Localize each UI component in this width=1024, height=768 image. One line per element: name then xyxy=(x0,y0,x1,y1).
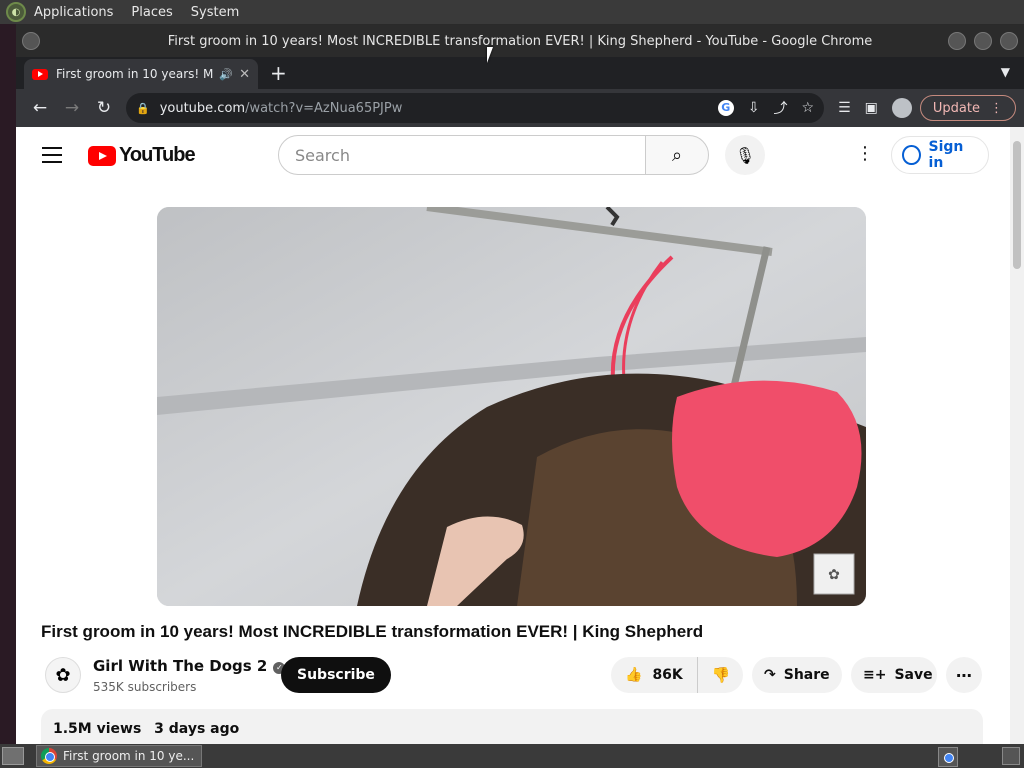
share-label: Share xyxy=(783,667,830,683)
browser-toolbar: ← → ↻ 🔒 youtube.com/watch?v=AzNua65PJPw … xyxy=(16,89,1024,127)
page-content: YouTube Search ⌕ 🎙 ⋮ Sign in ✿ First gro… xyxy=(16,127,1024,744)
description-box[interactable]: 1.5M views 3 days ago xyxy=(41,709,983,744)
youtube-favicon-icon xyxy=(32,68,48,80)
window-title: First groom in 10 years! Most INCREDIBLE… xyxy=(167,33,873,49)
taskbar: First groom in 10 ye... xyxy=(0,744,1024,768)
share-page-icon[interactable]: ⤴ xyxy=(774,98,788,118)
more-horizontal-icon: ⋯ xyxy=(956,665,972,685)
url-host: youtube.com xyxy=(159,100,246,116)
upload-age: 3 days ago xyxy=(154,721,240,737)
maximize-icon[interactable] xyxy=(974,32,992,50)
side-panel-icon[interactable]: ▣ xyxy=(865,100,878,116)
search-icon: ⌕ xyxy=(671,144,683,166)
bookmark-star-icon[interactable]: ☆ xyxy=(802,100,815,116)
youtube-wordmark: YouTube xyxy=(119,144,196,166)
sign-in-button[interactable]: Sign in xyxy=(891,136,989,174)
like-button[interactable]: 👍 86K xyxy=(611,657,698,693)
update-button[interactable]: Update ⋮ xyxy=(919,95,1016,121)
subscriber-count: 535K subscribers xyxy=(93,680,197,694)
tab-title: First groom in 10 years! Mo xyxy=(56,67,214,81)
browser-window: First groom in 10 years! Most INCREDIBLE… xyxy=(16,25,1024,744)
sign-in-label: Sign in xyxy=(928,139,964,171)
chrome-icon xyxy=(41,748,57,764)
voice-search-button[interactable]: 🎙 xyxy=(725,135,765,175)
speaker-icon[interactable]: 🔊 xyxy=(219,68,233,81)
new-tab-icon[interactable]: + xyxy=(270,61,287,85)
top-panel: ◐ Applications Places System xyxy=(0,0,1024,24)
tab-close-icon[interactable]: ✕ xyxy=(239,67,250,82)
workspace-switcher[interactable] xyxy=(1002,747,1020,765)
lock-icon[interactable]: 🔒 xyxy=(136,102,150,115)
tray-chrome-launcher[interactable] xyxy=(938,747,958,767)
url-path: /watch?v=AzNua65PJPw xyxy=(245,100,403,116)
youtube-masthead: YouTube Search ⌕ 🎙 ⋮ Sign in xyxy=(16,127,1010,183)
channel-name-wrap[interactable]: Girl With The Dogs 2 ✓ xyxy=(93,657,286,675)
menu-applications[interactable]: Applications xyxy=(34,5,113,20)
channel-name[interactable]: Girl With The Dogs 2 xyxy=(93,657,267,675)
back-icon[interactable]: ← xyxy=(24,98,56,118)
tab-strip: First groom in 10 years! Mo 🔊 ✕ + ▼ xyxy=(16,57,1024,89)
window-titlebar[interactable]: First groom in 10 years! Most INCREDIBLE… xyxy=(16,25,1024,57)
channel-row: ✿ Girl With The Dogs 2 ✓ 535K subscribers… xyxy=(41,655,985,701)
playlist-add-icon: ≡+ xyxy=(863,667,887,683)
like-count: 86K xyxy=(652,667,683,683)
show-desktop-icon[interactable] xyxy=(2,747,24,765)
address-bar[interactable]: 🔒 youtube.com/watch?v=AzNua65PJPw G ⇩ ⤴ … xyxy=(126,93,825,123)
channel-avatar[interactable]: ✿ xyxy=(45,657,81,693)
update-label: Update xyxy=(932,100,980,116)
taskbar-window-item[interactable]: First groom in 10 ye... xyxy=(36,745,202,767)
search-input[interactable]: Search xyxy=(278,135,646,175)
thumbs-up-icon: 👍 xyxy=(625,667,643,683)
like-dislike-group: 👍 86K 👎 xyxy=(611,657,743,693)
google-lens-icon[interactable]: G xyxy=(717,100,734,116)
share-button[interactable]: ↷ Share xyxy=(752,657,842,693)
profile-avatar-icon[interactable] xyxy=(891,98,912,118)
install-app-icon[interactable]: ⇩ xyxy=(748,100,760,116)
browser-tab[interactable]: First groom in 10 years! Mo 🔊 ✕ xyxy=(24,59,258,89)
tab-search-chevron-icon[interactable]: ▼ xyxy=(1001,65,1010,79)
video-frame: ✿ xyxy=(157,207,866,606)
chrome-menu-icon[interactable]: ⋮ xyxy=(990,101,1003,116)
thumbs-down-icon: 👎 xyxy=(711,666,731,684)
share-arrow-icon: ↷ xyxy=(764,667,776,683)
search-button[interactable]: ⌕ xyxy=(645,135,709,175)
system-logo-icon[interactable]: ◐ xyxy=(6,2,26,22)
mouse-cursor-icon xyxy=(487,47,493,63)
svg-text:✿: ✿ xyxy=(828,567,840,583)
scrollbar-thumb[interactable] xyxy=(1013,141,1021,269)
account-icon xyxy=(902,145,921,165)
save-button[interactable]: ≡+ Save xyxy=(851,657,937,693)
youtube-logo[interactable]: YouTube xyxy=(88,144,196,167)
taskbar-item-label: First groom in 10 ye... xyxy=(63,749,195,763)
menu-system[interactable]: System xyxy=(191,5,239,20)
hamburger-menu-icon[interactable] xyxy=(42,147,62,168)
view-count: 1.5M views xyxy=(53,721,142,737)
settings-kebab-icon[interactable]: ⋮ xyxy=(856,143,874,164)
window-menu-icon[interactable] xyxy=(22,32,40,50)
more-actions-button[interactable]: ⋯ xyxy=(946,657,982,693)
minimize-icon[interactable] xyxy=(948,32,966,50)
video-title: First groom in 10 years! Most INCREDIBLE… xyxy=(41,622,704,641)
save-label: Save xyxy=(894,667,933,683)
microphone-icon: 🎙 xyxy=(734,145,756,165)
media-controls-icon[interactable]: ☰ xyxy=(838,100,851,116)
youtube-play-icon xyxy=(88,145,116,166)
dislike-button[interactable]: 👎 xyxy=(698,666,745,684)
video-player[interactable]: ✿ xyxy=(157,207,866,606)
page-scrollbar[interactable] xyxy=(1010,127,1024,744)
menu-places[interactable]: Places xyxy=(131,5,172,20)
close-window-icon[interactable] xyxy=(1000,32,1018,50)
forward-icon[interactable]: → xyxy=(56,98,88,118)
desktop-background xyxy=(0,24,16,744)
reload-icon[interactable]: ↻ xyxy=(88,98,120,118)
subscribe-button[interactable]: Subscribe xyxy=(281,657,391,693)
